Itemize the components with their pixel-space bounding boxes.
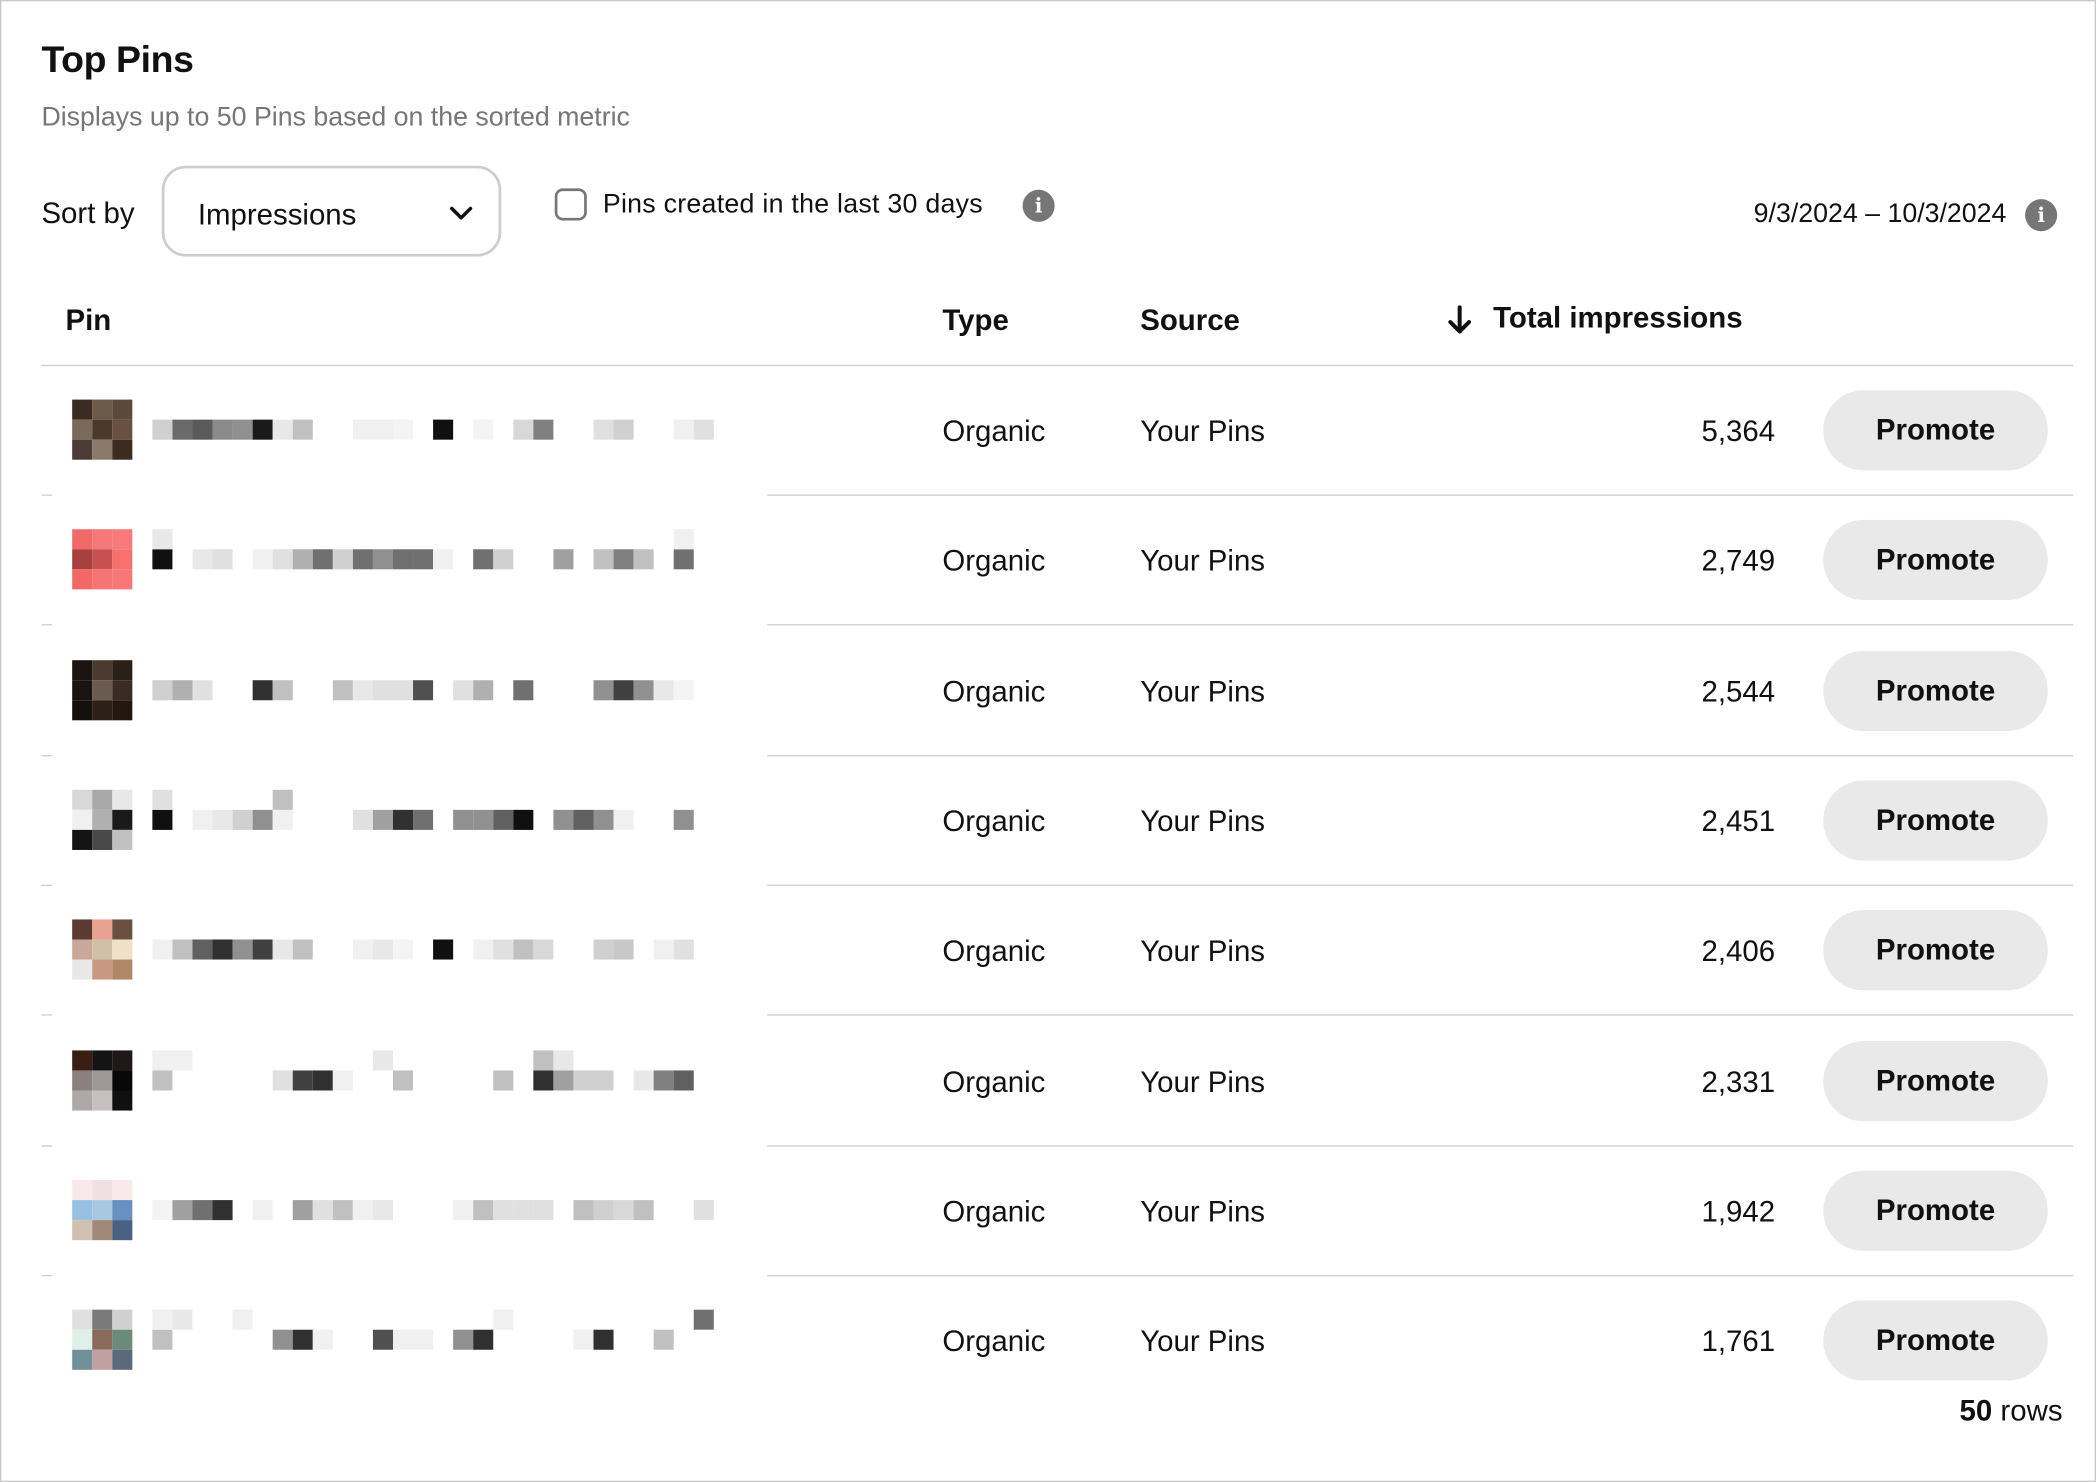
- pin-title-redacted[interactable]: [152, 1049, 713, 1103]
- last-30-days-checkbox[interactable]: [554, 188, 587, 221]
- table-row[interactable]: Organic Your Pins 1,761 Promote: [41, 1276, 2073, 1406]
- table-row[interactable]: Organic Your Pins 1,942 Promote: [41, 1146, 2074, 1276]
- pin-title-redacted[interactable]: [152, 529, 713, 583]
- promote-button[interactable]: Promote: [1823, 650, 2048, 731]
- promote-button[interactable]: Promote: [1823, 910, 2048, 991]
- promote-button[interactable]: Promote: [1823, 1300, 2048, 1381]
- last-30-days-label[interactable]: Pins created in the last 30 days: [603, 190, 983, 221]
- column-header-pin: Pin: [65, 303, 112, 337]
- info-icon[interactable]: i: [1022, 189, 1055, 222]
- cell-type: Organic: [942, 804, 1046, 838]
- cell-total-impressions: 2,544: [1701, 674, 1776, 708]
- chevron-down-icon: [450, 206, 473, 220]
- table-row[interactable]: Organic Your Pins 2,406 Promote: [41, 886, 2074, 1016]
- pin-thumbnail[interactable]: [72, 789, 133, 850]
- cell-source: Your Pins: [1140, 804, 1266, 838]
- page-title: Top Pins: [41, 38, 194, 81]
- top-pins-card: Top Pins Displays up to 50 Pins based on…: [0, 0, 2096, 1482]
- pin-title-redacted[interactable]: [152, 1309, 714, 1363]
- cell-total-impressions: 2,331: [1701, 1064, 1776, 1098]
- pin-title-redacted[interactable]: [152, 673, 713, 713]
- column-header-total-impressions[interactable]: Total impressions: [1493, 301, 1742, 336]
- sort-by-label: Sort by: [41, 196, 135, 230]
- cell-type: Organic: [942, 1064, 1046, 1098]
- cell-source: Your Pins: [1140, 414, 1266, 448]
- cell-source: Your Pins: [1140, 544, 1266, 578]
- sort-descending-arrow-icon[interactable]: [1445, 303, 1474, 338]
- cell-type: Organic: [942, 1194, 1046, 1228]
- table-row[interactable]: Organic Your Pins 2,331 Promote: [41, 1016, 2074, 1146]
- pin-thumbnail[interactable]: [72, 1049, 133, 1110]
- pin-thumbnail[interactable]: [72, 659, 133, 720]
- cell-total-impressions: 2,406: [1701, 934, 1776, 968]
- cell-type: Organic: [942, 544, 1046, 578]
- cell-source: Your Pins: [1140, 934, 1266, 968]
- promote-button[interactable]: Promote: [1823, 780, 2048, 861]
- pin-title-redacted[interactable]: [152, 789, 713, 843]
- cell-type: Organic: [942, 934, 1046, 968]
- date-range: 9/3/2024 – 10/3/2024: [1753, 199, 2007, 229]
- sort-by-dropdown[interactable]: Impressions: [161, 165, 502, 257]
- pin-thumbnail[interactable]: [72, 919, 133, 980]
- pin-thumbnail[interactable]: [72, 399, 133, 460]
- pin-thumbnail[interactable]: [72, 529, 133, 590]
- table-row[interactable]: Organic Your Pins 2,749 Promote: [41, 496, 2074, 626]
- promote-button[interactable]: Promote: [1823, 1170, 2048, 1251]
- column-header-source: Source: [1140, 303, 1240, 337]
- cell-source: Your Pins: [1140, 1324, 1266, 1358]
- rows-count: 50 rows: [1959, 1393, 2063, 1428]
- cell-source: Your Pins: [1140, 674, 1266, 708]
- pin-thumbnail[interactable]: [72, 1179, 133, 1240]
- cell-source: Your Pins: [1140, 1194, 1266, 1228]
- table-row[interactable]: Organic Your Pins 5,364 Promote: [41, 366, 2074, 496]
- pin-thumbnail[interactable]: [72, 1309, 133, 1370]
- page-subtitle: Displays up to 50 Pins based on the sort…: [41, 102, 630, 133]
- cell-total-impressions: 1,942: [1701, 1194, 1776, 1228]
- promote-button[interactable]: Promote: [1823, 390, 2048, 471]
- promote-button[interactable]: Promote: [1823, 1040, 2048, 1121]
- table-row[interactable]: Organic Your Pins 2,544 Promote: [41, 626, 2074, 756]
- cell-type: Organic: [942, 674, 1046, 708]
- date-info-icon[interactable]: i: [2025, 199, 2058, 232]
- pin-title-redacted[interactable]: [152, 413, 714, 453]
- cell-total-impressions: 2,451: [1701, 804, 1776, 838]
- cell-source: Your Pins: [1140, 1064, 1266, 1098]
- pin-title-redacted[interactable]: [152, 1193, 714, 1233]
- promote-button[interactable]: Promote: [1823, 520, 2048, 601]
- table-row[interactable]: Organic Your Pins 2,451 Promote: [41, 756, 2074, 886]
- cell-type: Organic: [942, 414, 1046, 448]
- cell-total-impressions: 5,364: [1701, 414, 1776, 448]
- cell-total-impressions: 1,761: [1701, 1324, 1776, 1358]
- cell-total-impressions: 2,749: [1701, 544, 1776, 578]
- cell-type: Organic: [942, 1324, 1046, 1358]
- sort-by-value: Impressions: [197, 197, 357, 232]
- pin-title-redacted[interactable]: [152, 933, 713, 973]
- column-header-type: Type: [942, 303, 1009, 337]
